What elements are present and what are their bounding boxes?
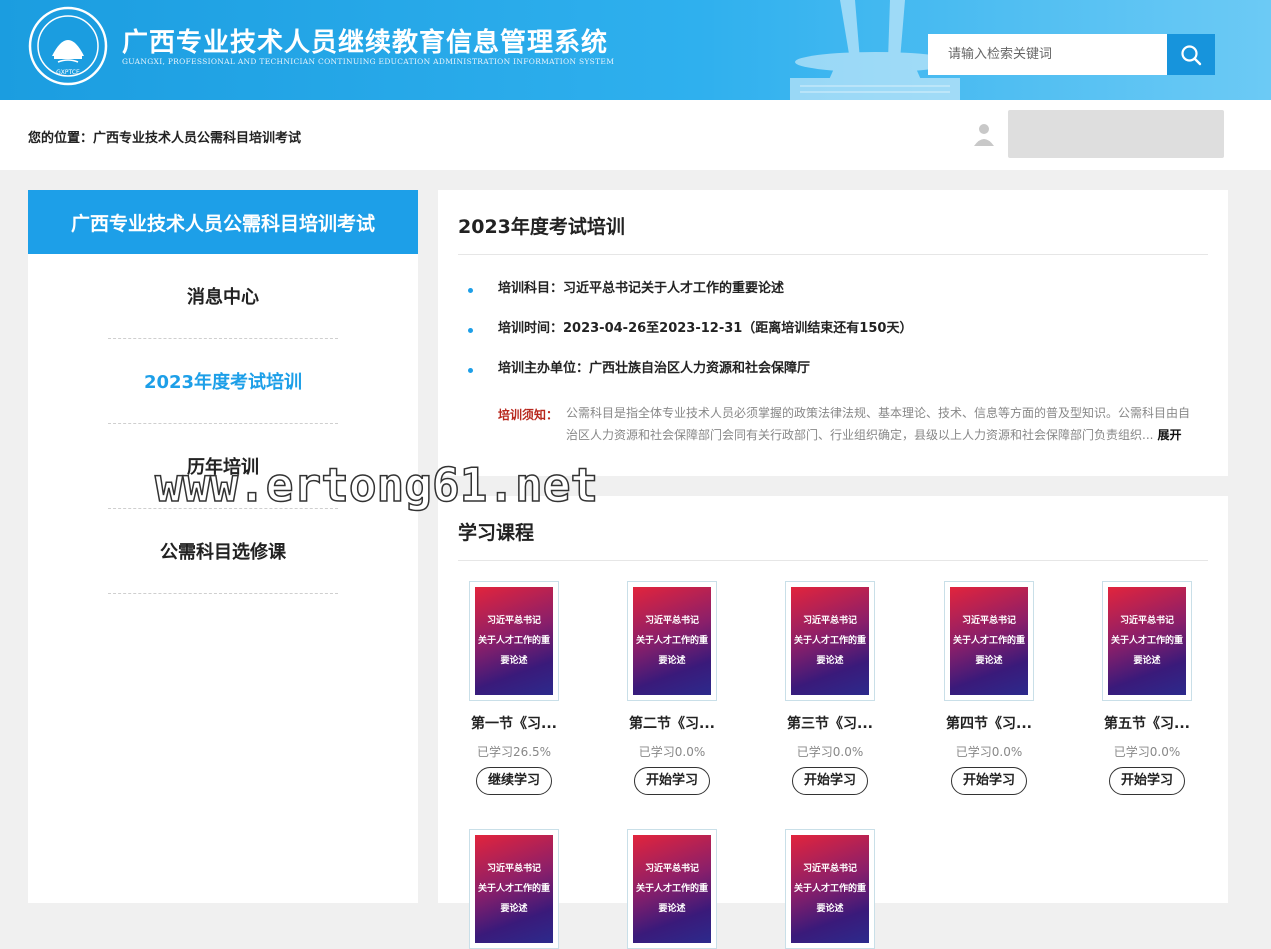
training-organizer-text: 培训主办单位：广西壮族自治区人力资源和社会保障厅 bbox=[498, 361, 811, 376]
start-learning-button[interactable]: 开始学习 bbox=[634, 767, 710, 795]
divider bbox=[458, 254, 1208, 255]
cover-line-2: 关于人才工作的重要论述 bbox=[477, 636, 550, 666]
cover-line-1: 习近平总书记 bbox=[644, 616, 699, 626]
site-logo-icon[interactable]: GXPTCE bbox=[28, 6, 108, 86]
training-subject: 培训科目：习近平总书记关于人才工作的重要论述 bbox=[468, 277, 785, 296]
course-item[interactable]: 习近平总书记关于人才工作的重要论述第三节《习... 已学习0.0% 开始学习 bbox=[755, 581, 905, 795]
bullet-dot bbox=[468, 328, 473, 333]
watermark-text: www.ertong61.net bbox=[154, 457, 599, 513]
cover-line-1: 习近平总书记 bbox=[1119, 616, 1174, 626]
course-item[interactable]: 习近平总书记关于人才工作的重要论述第二节《习... 已学习0.0% 开始学习 bbox=[597, 581, 747, 795]
start-learning-button[interactable]: 开始学习 bbox=[951, 767, 1027, 795]
course-item[interactable]: 习近平总书记关于人才工作的重要论述 bbox=[439, 829, 589, 949]
sidebar-item-message-center[interactable]: 消息中心 bbox=[108, 254, 338, 339]
start-learning-button[interactable]: 开始学习 bbox=[1109, 767, 1185, 795]
course-item[interactable]: 习近平总书记关于人才工作的重要论述第四节《习... 已学习0.0% 开始学习 bbox=[914, 581, 1064, 795]
divider bbox=[458, 560, 1208, 561]
training-subject-text: 培训科目：习近平总书记关于人才工作的重要论述 bbox=[498, 281, 785, 296]
course-cover-art: 习近平总书记关于人才工作的重要论述 bbox=[633, 587, 711, 695]
course-progress: 已学习0.0% bbox=[1113, 745, 1181, 759]
course-cover-art: 习近平总书记关于人才工作的重要论述 bbox=[475, 835, 553, 943]
course-cover-image[interactable]: 习近平总书记关于人才工作的重要论述 bbox=[944, 581, 1034, 701]
course-cover-image[interactable]: 习近平总书记关于人才工作的重要论述 bbox=[627, 829, 717, 949]
cover-line-2: 关于人才工作的重要论述 bbox=[793, 636, 866, 666]
cover-line-2: 关于人才工作的重要论述 bbox=[635, 884, 708, 914]
user-icon bbox=[974, 124, 994, 146]
course-cover-image[interactable]: 习近平总书记关于人才工作的重要论述 bbox=[627, 581, 717, 701]
course-title[interactable]: 第四节《习... bbox=[914, 713, 1064, 733]
course-cover-art: 习近平总书记关于人才工作的重要论述 bbox=[633, 835, 711, 943]
cover-line-1: 习近平总书记 bbox=[802, 616, 857, 626]
continue-learning-button[interactable]: 继续学习 bbox=[476, 767, 552, 795]
course-title[interactable]: 第一节《习... bbox=[439, 713, 589, 733]
course-item[interactable]: 习近平总书记关于人才工作的重要论述第一节《习... 已学习26.5% 继续学习 bbox=[439, 581, 589, 795]
course-title[interactable]: 第五节《习... bbox=[1072, 713, 1222, 733]
course-cover-art: 习近平总书记关于人才工作的重要论述 bbox=[791, 835, 869, 943]
site-title: 广西专业技术人员继续教育信息管理系统 bbox=[122, 28, 609, 58]
cover-line-1: 习近平总书记 bbox=[486, 864, 541, 874]
site-subtitle: GUANGXI, PROFESSIONAL AND TECHNICIAN CON… bbox=[122, 57, 615, 66]
course-title[interactable]: 第二节《习... bbox=[597, 713, 747, 733]
user-info[interactable] bbox=[968, 110, 1228, 160]
site-header: GXPTCE 广西专业技术人员继续教育信息管理系统 GUANGXI, PROFE… bbox=[0, 0, 1271, 100]
cover-line-1: 习近平总书记 bbox=[486, 616, 541, 626]
bullet-dot bbox=[468, 368, 473, 373]
breadcrumb-label: 您的位置： bbox=[28, 131, 94, 146]
training-info-card: 2023年度考试培训 培训科目：习近平总书记关于人才工作的重要论述 培训时间：2… bbox=[438, 190, 1228, 476]
user-name-redacted bbox=[1008, 110, 1224, 158]
breadcrumb: 您的位置：广西专业技术人员公需科目培训考试 bbox=[28, 127, 301, 146]
course-item[interactable]: 习近平总书记关于人才工作的重要论述 bbox=[597, 829, 747, 949]
notice-text: 公需科目是指全体专业技术人员必须掌握的政策法律法规、基本理论、技术、信息等方面的… bbox=[566, 402, 1194, 446]
sidebar-item-elective-courses[interactable]: 公需科目选修课 bbox=[108, 509, 338, 594]
training-organizer: 培训主办单位：广西壮族自治区人力资源和社会保障厅 bbox=[468, 357, 811, 376]
cover-line-1: 习近平总书记 bbox=[644, 864, 699, 874]
bullet-dot bbox=[468, 288, 473, 293]
course-cover-art: 习近平总书记关于人才工作的重要论述 bbox=[1108, 587, 1186, 695]
course-progress: 已学习0.0% bbox=[638, 745, 706, 759]
course-cover-image[interactable]: 习近平总书记关于人才工作的重要论述 bbox=[785, 829, 875, 949]
training-title: 2023年度考试培训 bbox=[458, 216, 625, 238]
cover-line-2: 关于人才工作的重要论述 bbox=[635, 636, 708, 666]
sidebar: 广西专业技术人员公需科目培训考试 消息中心 2023年度考试培训 历年培训 公需… bbox=[28, 190, 418, 903]
start-learning-button[interactable]: 开始学习 bbox=[792, 767, 868, 795]
search-input[interactable] bbox=[928, 34, 1167, 75]
course-title[interactable]: 第三节《习... bbox=[755, 713, 905, 733]
course-progress: 已学习26.5% bbox=[476, 745, 552, 759]
course-cover-art: 习近平总书记关于人才工作的重要论述 bbox=[791, 587, 869, 695]
breadcrumb-current[interactable]: 广西专业技术人员公需科目培训考试 bbox=[93, 131, 301, 146]
course-item[interactable]: 习近平总书记关于人才工作的重要论述第五节《习... 已学习0.0% 开始学习 bbox=[1072, 581, 1222, 795]
course-cover-image[interactable]: 习近平总书记关于人才工作的重要论述 bbox=[469, 581, 559, 701]
course-item[interactable]: 习近平总书记关于人才工作的重要论述 bbox=[755, 829, 905, 949]
search-button[interactable] bbox=[1167, 34, 1215, 75]
cover-line-2: 关于人才工作的重要论述 bbox=[477, 884, 550, 914]
sidebar-heading: 广西专业技术人员公需科目培训考试 bbox=[28, 190, 418, 254]
notice-label: 培训须知： bbox=[498, 408, 559, 422]
course-progress: 已学习0.0% bbox=[955, 745, 1023, 759]
courses-card: 学习课程 习近平总书记 关于人才工作的重要论述 第一节《习... 已学习26.5% 继续… bbox=[438, 496, 1228, 949]
courses-title: 学习课程 bbox=[458, 522, 535, 544]
logo-text: GXPTCE bbox=[56, 69, 80, 76]
cover-line-1: 习近平总书记 bbox=[961, 616, 1016, 626]
course-cover-image[interactable]: 习近平总书记关于人才工作的重要论述 bbox=[1102, 581, 1192, 701]
training-period: 培训时间：2023-04-26至2023-12-31（距离培训结束还有150天） bbox=[468, 317, 913, 336]
cover-line-2: 关于人才工作的重要论述 bbox=[793, 884, 866, 914]
course-cover-image[interactable]: 习近平总书记关于人才工作的重要论述 bbox=[785, 581, 875, 701]
cover-line-2: 关于人才工作的重要论述 bbox=[1110, 636, 1183, 666]
course-cover-art: 习近平总书记关于人才工作的重要论述 bbox=[950, 587, 1028, 695]
course-progress: 已学习0.0% bbox=[796, 745, 864, 759]
sidebar-item-2023-training[interactable]: 2023年度考试培训 bbox=[108, 339, 338, 424]
expand-link[interactable]: 展开 bbox=[1157, 428, 1181, 442]
notice-body: 公需科目是指全体专业技术人员必须掌握的政策法律法规、基本理论、技术、信息等方面的… bbox=[566, 406, 1191, 442]
cover-line-1: 习近平总书记 bbox=[802, 864, 857, 874]
search-icon bbox=[1181, 44, 1202, 65]
training-period-text: 培训时间：2023-04-26至2023-12-31（距离培训结束还有150天） bbox=[498, 321, 913, 336]
course-cover-art: 习近平总书记关于人才工作的重要论述 bbox=[475, 587, 553, 695]
course-cover-image[interactable]: 习近平总书记关于人才工作的重要论述 bbox=[469, 829, 559, 949]
cover-line-2: 关于人才工作的重要论述 bbox=[952, 636, 1025, 666]
